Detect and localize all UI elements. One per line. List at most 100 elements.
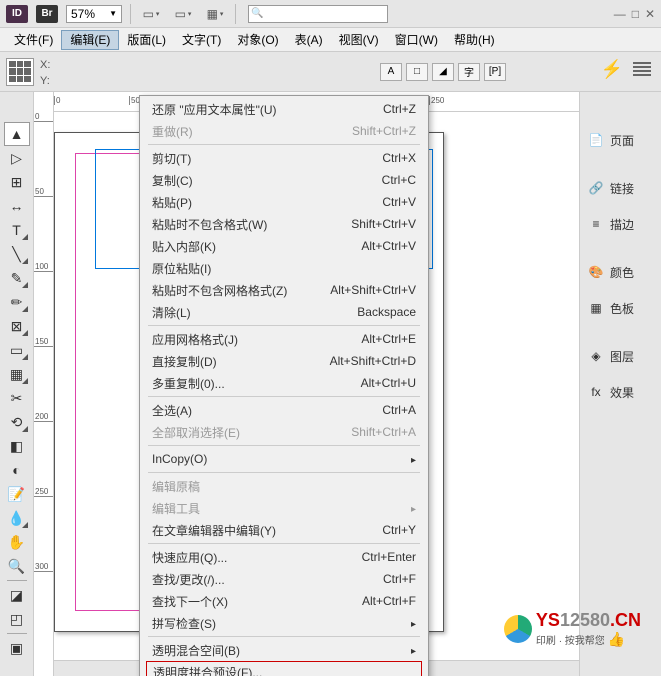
scissors-tool-icon[interactable]: ✂ [4,386,30,410]
menu-item[interactable]: 快速应用(Q)...Ctrl+Enter [140,546,428,568]
rectangle-frame-tool-icon[interactable]: ⊠ [4,314,30,338]
panel-label: 页面 [610,132,634,149]
menu-item[interactable]: 透明混合空间(B) [140,639,428,661]
rectangle-tool-icon[interactable]: ▭ [4,338,30,362]
panel-icon: ◈ [588,348,604,364]
ruler-vertical: 0 50 100 150 200 250 300 [34,92,54,676]
reference-point-icon[interactable] [6,58,34,86]
indesign-logo-icon: ID [6,5,28,23]
menu-item[interactable]: 清除(L)Backspace [140,301,428,323]
menu-item[interactable]: 粘贴(P)Ctrl+V [140,191,428,213]
view-mode-icon[interactable]: ▭ [139,4,163,24]
panel-label: 图层 [610,348,634,365]
panel-tab[interactable]: ◈ 图层 [580,338,661,374]
menu-item[interactable]: 应用网格格式(J)Alt+Ctrl+E [140,328,428,350]
panel-label: 链接 [610,180,634,197]
menu-item[interactable]: 剪切(T)Ctrl+X [140,147,428,169]
panel-tab[interactable]: ▦ 色板 [580,290,661,326]
view-mode-tool-icon[interactable]: ▣ [4,636,30,660]
menu-item[interactable]: 还原 "应用文本属性"(U)Ctrl+Z [140,98,428,120]
fill-icon[interactable]: □ [406,63,428,81]
workspace: ▲ ▷ ⊞ ↔ T ╲ ✎ ✏ ⊠ ▭ ▦ ✂ ⟲ ◧ ◐ 📝 💧 ✋ 🔍 ◪ … [0,92,661,676]
panel-icon: 📄 [588,132,604,148]
menu-edit[interactable]: 编辑(E) [61,30,119,50]
menu-item[interactable]: 粘贴时不包含格式(W)Shift+Ctrl+V [140,213,428,235]
panel-label: 色板 [610,300,634,317]
free-transform-tool-icon[interactable]: ⟲ [4,410,30,434]
menu-item[interactable]: 拼写检查(S) [140,612,428,634]
screen-mode-icon[interactable]: ▭ [171,4,195,24]
close-icon[interactable]: ✕ [645,7,655,21]
menu-item[interactable]: 透明度拼合预设(F)... [146,661,422,676]
hand-tool-icon[interactable]: ✋ [4,530,30,554]
bridge-logo-icon[interactable]: Br [36,5,58,23]
menu-item[interactable]: 直接复制(D)Alt+Shift+Ctrl+D [140,350,428,372]
edit-menu-dropdown: 还原 "应用文本属性"(U)Ctrl+Z重做(R)Shift+Ctrl+Z剪切(… [139,95,429,676]
menu-item: 编辑工具 [140,497,428,519]
panel-label: 描边 [610,216,634,233]
zoom-tool-icon[interactable]: 🔍 [4,554,30,578]
zoom-dropdown[interactable]: 57%▼ [66,5,122,23]
note-tool-icon[interactable]: 📝 [4,482,30,506]
menu-item[interactable]: 贴入内部(K)Alt+Ctrl+V [140,235,428,257]
panel-label: 颜色 [610,264,634,281]
panel-tab[interactable]: fx效果 [580,374,661,410]
menu-item[interactable]: 查找下一个(X)Alt+Ctrl+F [140,590,428,612]
line-tool-icon[interactable]: ╲ [4,242,30,266]
menu-window[interactable]: 窗口(W) [387,30,446,50]
menu-item[interactable]: 在文章编辑器中编辑(Y)Ctrl+Y [140,519,428,541]
menu-item[interactable]: InCopy(O) [140,448,428,470]
menu-item: 编辑原稿 [140,475,428,497]
gap-tool-icon[interactable]: ↔ [4,194,30,218]
pen-tool-icon[interactable]: ✎ [4,266,30,290]
quick-apply-icon[interactable]: ⚡ [595,59,629,80]
menu-help[interactable]: 帮助(H) [446,30,503,50]
panel-tab[interactable]: 🔗 链接 [580,170,661,206]
maximize-icon[interactable]: □ [632,7,639,21]
watermark: YS12580.CN 印刷 · 按我帮您 👍 [504,610,641,648]
menu-item[interactable]: 全选(A)Ctrl+A [140,399,428,421]
panel-tab[interactable]: 🎨颜色 [580,254,661,290]
menu-layout[interactable]: 版面(L) [119,30,174,50]
fill-stroke-icon[interactable]: ◪ [4,583,30,607]
eyedropper-tool-icon[interactable]: 💧 [4,506,30,530]
char-icon[interactable]: 字 [458,63,480,81]
chevron-down-icon: ▼ [109,9,117,18]
panel-icon: 🔗 [588,180,604,196]
menu-item[interactable]: 查找/更改(/)...Ctrl+F [140,568,428,590]
gradient-tool-icon[interactable]: ◧ [4,434,30,458]
menu-item[interactable]: 粘贴时不包含网格格式(Z)Alt+Shift+Ctrl+V [140,279,428,301]
grid-tool-icon[interactable]: ▦ [4,362,30,386]
panel-menu-icon[interactable] [633,58,651,80]
thumbs-up-icon: 👍 [608,631,625,647]
default-fill-stroke-icon[interactable]: ◰ [4,607,30,631]
canvas[interactable]: 0 50 100 150 200 250 布 PDF 时 曲 .........… [54,92,579,676]
panel-icon: ▦ [588,300,604,316]
page-tool-icon[interactable]: ⊞ [4,170,30,194]
menu-item[interactable]: 多重复制(0)...Alt+Ctrl+U [140,372,428,394]
arrange-icon[interactable]: ▦ [203,4,227,24]
menu-view[interactable]: 视图(V) [331,30,387,50]
menu-item[interactable]: 复制(C)Ctrl+C [140,169,428,191]
pencil-tool-icon[interactable]: ✏ [4,290,30,314]
search-input[interactable] [248,5,388,23]
panel-tab[interactable]: 📄 页面 [580,122,661,158]
panel-icon: ≡ [588,216,604,232]
text-tool-icon[interactable]: A [380,63,402,81]
menu-file[interactable]: 文件(F) [6,30,61,50]
para-icon[interactable]: [P] [484,63,506,81]
menu-item[interactable]: 原位粘贴(I) [140,257,428,279]
menu-table[interactable]: 表(A) [287,30,331,50]
menu-object[interactable]: 对象(O) [229,30,286,50]
minimize-icon[interactable]: — [614,7,626,21]
menu-type[interactable]: 文字(T) [174,30,229,50]
menu-bar: 文件(F) 编辑(E) 版面(L) 文字(T) 对象(O) 表(A) 视图(V)… [0,28,661,52]
direct-selection-tool-icon[interactable]: ▷ [4,146,30,170]
stroke-icon[interactable]: ◢ [432,63,454,81]
menu-item: 全部取消选择(E)Shift+Ctrl+A [140,421,428,443]
panel-tab[interactable]: ≡ 描边 [580,206,661,242]
gradient-feather-tool-icon[interactable]: ◐ [4,458,30,482]
selection-tool-icon[interactable]: ▲ [4,122,30,146]
panels-dock: 📄 页面 🔗 链接 ≡ 描边 🎨颜色 ▦ 色板 ◈ 图层 fx效果 [579,92,661,676]
type-tool-icon[interactable]: T [4,218,30,242]
